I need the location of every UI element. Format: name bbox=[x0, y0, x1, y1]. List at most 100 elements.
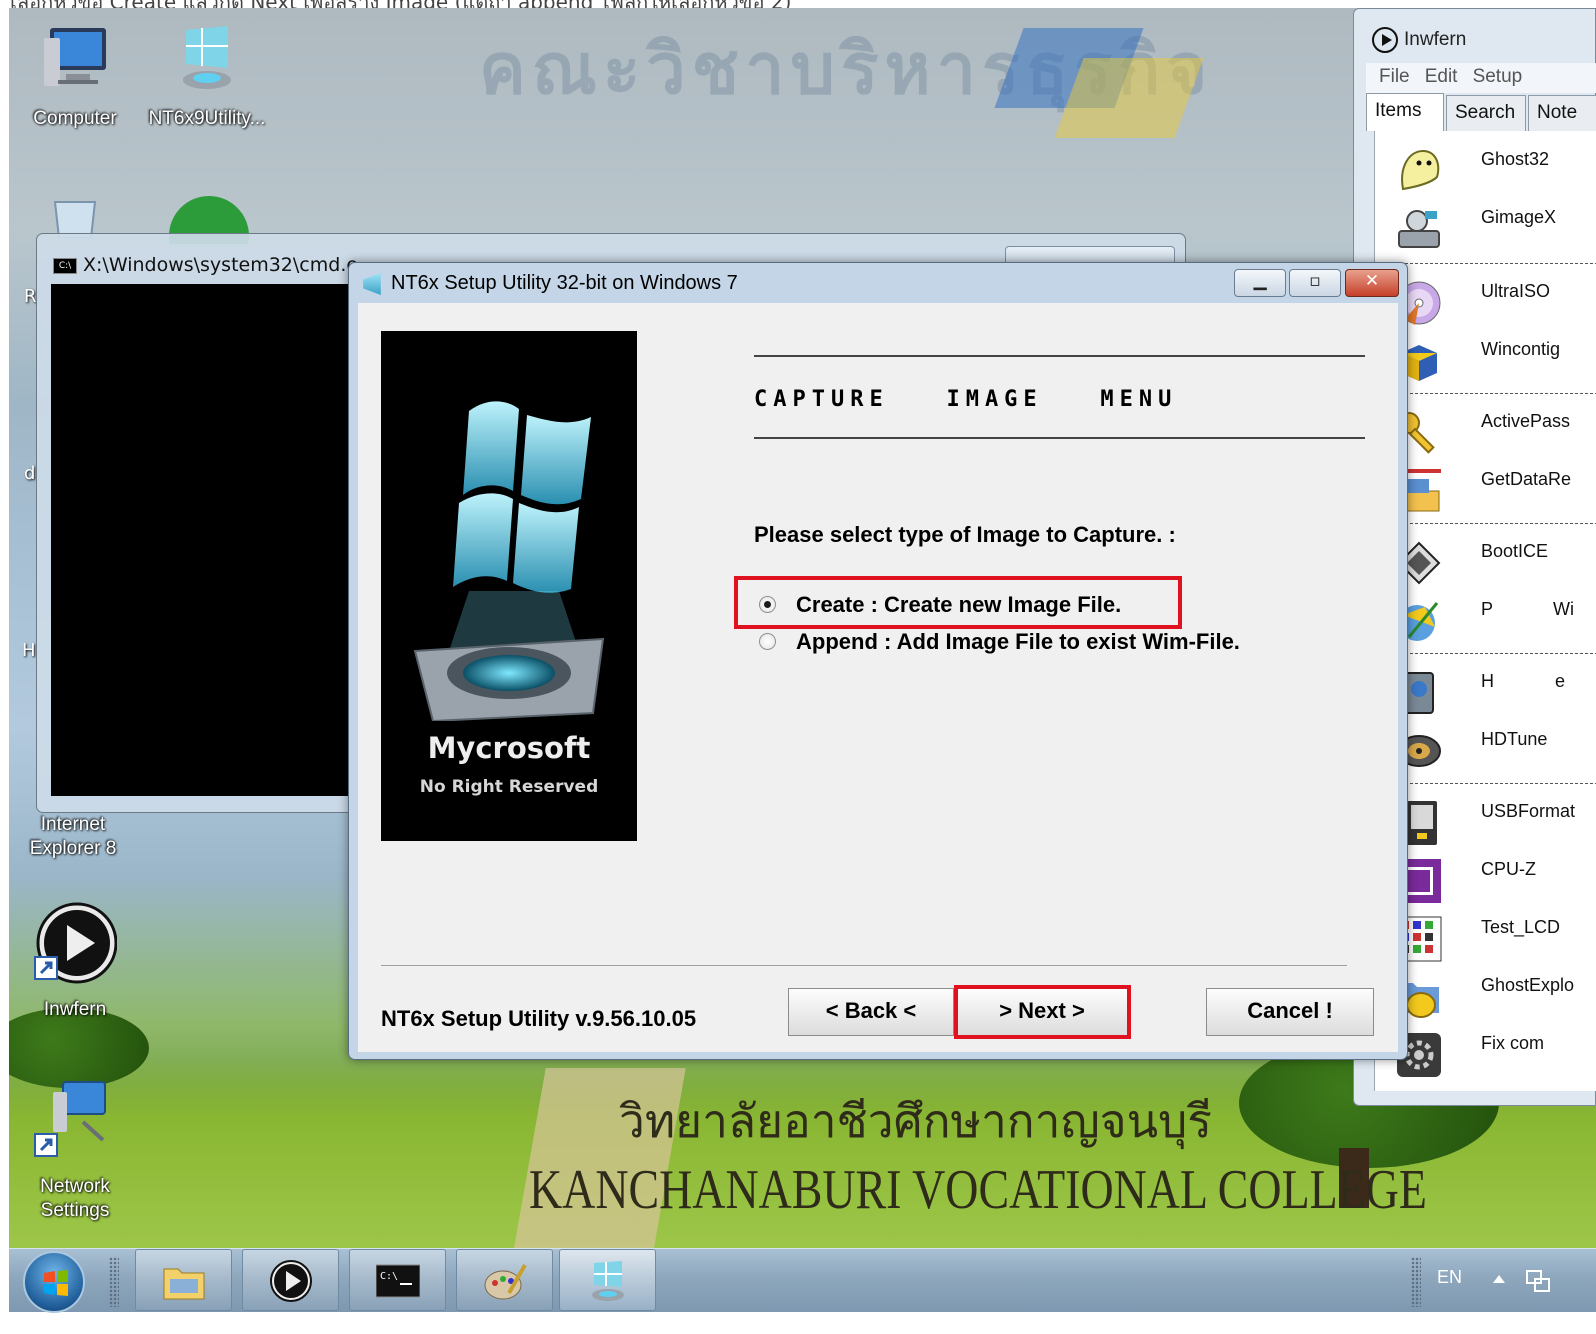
list-item-bootice[interactable]: BootICE bbox=[1375, 531, 1596, 589]
version-label: NT6x Setup Utility v.9.56.10.05 bbox=[381, 1006, 697, 1031]
show-hidden-icons-button[interactable] bbox=[1493, 1275, 1505, 1283]
option-create-label: Create : Create new Image File. bbox=[796, 592, 1122, 617]
option-create[interactable]: Create : Create new Image File. bbox=[759, 592, 1121, 618]
logo-tagline: No Right Reserved bbox=[419, 777, 599, 797]
language-indicator[interactable]: EN bbox=[1437, 1267, 1462, 1288]
tab-search[interactable]: Search bbox=[1446, 95, 1526, 131]
caption-text: เลือกหัวข้อ Create แล้วกด Next เพื่อสร้า… bbox=[10, 0, 791, 8]
list-item-label: BootICE bbox=[1481, 541, 1549, 561]
list-item-label: H bbox=[1481, 671, 1494, 691]
list-item-label: Test_LCD bbox=[1481, 917, 1561, 937]
list-separator bbox=[1395, 523, 1596, 524]
cmd-console[interactable] bbox=[51, 284, 351, 796]
close-button[interactable]: ✕ bbox=[1345, 269, 1399, 297]
list-item-label: Fix com bbox=[1481, 1033, 1544, 1053]
logo-brand: Mycrosoft bbox=[427, 731, 591, 765]
desktop-icon-network-settings[interactable]: Network Settings bbox=[15, 1078, 135, 1223]
list-item-wincontig[interactable]: Wincontig bbox=[1375, 329, 1596, 387]
list-item-p[interactable]: P Wi bbox=[1375, 589, 1596, 647]
taskbar-cmd[interactable]: C:\ bbox=[349, 1249, 446, 1311]
cancel-button[interactable]: Cancel ! bbox=[1206, 988, 1374, 1036]
taskbar-nt6x-utility[interactable] bbox=[559, 1249, 656, 1311]
start-button[interactable] bbox=[23, 1251, 85, 1313]
desktop-icon-label: NT6x9Utility... bbox=[148, 108, 266, 129]
taskbar-inwfern[interactable] bbox=[242, 1249, 339, 1311]
list-item-activepass[interactable]: ActivePass bbox=[1375, 401, 1596, 459]
list-item-label: GhostExplo bbox=[1481, 975, 1575, 995]
computer-icon bbox=[44, 28, 106, 86]
dialog-titlebar[interactable]: NT6x Setup Utility 32-bit on Windows 7 ▁… bbox=[349, 263, 1407, 303]
back-button[interactable]: < Back < bbox=[788, 988, 954, 1036]
inwfern-title: Inwfern bbox=[1372, 27, 1466, 53]
list-item-label: GetDataRe bbox=[1481, 469, 1572, 489]
list-separator bbox=[1395, 393, 1596, 394]
menu-file[interactable]: File bbox=[1379, 66, 1410, 88]
radio-create[interactable] bbox=[759, 595, 776, 613]
paint-palette-icon bbox=[484, 1264, 527, 1300]
folder-icon bbox=[163, 1268, 205, 1300]
gimagex-icon bbox=[1398, 210, 1440, 248]
maximize-icon: ▫ bbox=[1309, 271, 1321, 291]
list-item-fix-com[interactable]: Fix com bbox=[1375, 1023, 1596, 1081]
maximize-button[interactable]: ▫ bbox=[1289, 269, 1341, 297]
list-separator bbox=[1395, 783, 1596, 784]
desktop-icon-internet-explorer[interactable]: Internet Explorer 8 bbox=[13, 813, 133, 861]
caption-strip: เลือกหัวข้อ Create แล้วกด Next เพื่อสร้า… bbox=[0, 0, 1596, 8]
menu-setup[interactable]: Setup bbox=[1473, 66, 1523, 88]
list-item-ghost32[interactable]: Ghost32 bbox=[1375, 139, 1596, 197]
list-item-h[interactable]: H e bbox=[1375, 661, 1596, 719]
list-item-label: P bbox=[1481, 599, 1494, 619]
desktop-icon-label: Network Settings bbox=[40, 1176, 110, 1221]
desktop-icon-inwfern[interactable]: Inwfern bbox=[15, 901, 135, 1022]
list-item-label: UltraISO bbox=[1481, 281, 1551, 301]
menu-edit[interactable]: Edit bbox=[1425, 66, 1458, 88]
list-item-label-extra: e bbox=[1555, 671, 1566, 691]
play-icon bbox=[270, 1260, 312, 1302]
partial-desktop-label: d bbox=[24, 463, 36, 484]
network-tray-icon[interactable] bbox=[1525, 1269, 1551, 1293]
menu-heading: CAPTURE IMAGE MENU bbox=[754, 387, 1178, 412]
taskbar-paint[interactable] bbox=[456, 1249, 553, 1311]
tab-note[interactable]: Note bbox=[1528, 95, 1596, 131]
radio-append[interactable] bbox=[759, 632, 776, 650]
nt6x-setup-dialog[interactable]: NT6x Setup Utility 32-bit on Windows 7 ▁… bbox=[348, 262, 1408, 1060]
desktop-icon-computer[interactable]: Computer bbox=[15, 24, 135, 131]
minimize-button[interactable]: ▁ bbox=[1234, 269, 1286, 297]
inwfern-menubar: File Edit Setup bbox=[1366, 63, 1596, 93]
option-append[interactable]: Append : Add Image File to exist Wim-Fil… bbox=[759, 629, 1240, 655]
list-item-label: ActivePass bbox=[1481, 411, 1571, 431]
list-item-usbformat[interactable]: USBFormat bbox=[1375, 791, 1596, 849]
list-item-label-extra: Wi bbox=[1553, 599, 1574, 619]
list-item-cpuz[interactable]: CPU-Z bbox=[1375, 849, 1596, 907]
option-append-label: Append : Add Image File to exist Wim-Fil… bbox=[796, 629, 1240, 654]
app-icon bbox=[363, 273, 381, 295]
highlight-box-next bbox=[954, 985, 1131, 1039]
list-item-gimagex[interactable]: GimageX bbox=[1375, 197, 1596, 255]
list-item-test-lcd[interactable]: Test_LCD bbox=[1375, 907, 1596, 965]
cmd-title-text: X:\Windows\system32\cmd.e bbox=[83, 254, 359, 276]
taskbar-grip bbox=[109, 1257, 119, 1307]
tab-items[interactable]: Items bbox=[1366, 93, 1444, 131]
desktop-icon-label: Internet Explorer 8 bbox=[29, 814, 117, 859]
desktop-icon-label: Computer bbox=[33, 108, 117, 129]
dialog-client-area: Mycrosoft No Right Reserved CAPTURE IMAG… bbox=[358, 303, 1398, 1052]
cmd-icon: C:\ bbox=[53, 257, 77, 274]
list-item-getdatare[interactable]: GetDataRe bbox=[1375, 459, 1596, 517]
list-item-ghostexplorer[interactable]: GhostExplo bbox=[1375, 965, 1596, 1023]
mycrosoft-logo-panel: Mycrosoft No Right Reserved bbox=[381, 331, 637, 841]
list-item-hdtune[interactable]: HDTune bbox=[1375, 719, 1596, 777]
partial-desktop-label: R bbox=[24, 286, 37, 307]
list-separator bbox=[1395, 263, 1596, 264]
nt6x-utility-icon bbox=[183, 26, 231, 89]
list-item-label: CPU-Z bbox=[1481, 859, 1536, 879]
taskbar-explorer[interactable] bbox=[135, 1249, 232, 1311]
inwfern-tabs: Items Search Note bbox=[1366, 93, 1596, 131]
close-icon: ✕ bbox=[1364, 271, 1380, 291]
heading-rule-top bbox=[754, 355, 1365, 357]
dialog-title: NT6x Setup Utility 32-bit on Windows 7 bbox=[391, 272, 738, 294]
college-thai-name: วิทยาลัยอาชีวศึกษากาญจนบุรี bbox=[619, 1094, 1212, 1148]
list-item-ultraiso[interactable]: UltraISO bbox=[1375, 271, 1596, 329]
heading-rule-bottom bbox=[754, 437, 1365, 439]
desktop-icon-nt6x[interactable]: NT6x9Utility... bbox=[147, 24, 267, 131]
list-item-label: HDTune bbox=[1481, 729, 1548, 749]
